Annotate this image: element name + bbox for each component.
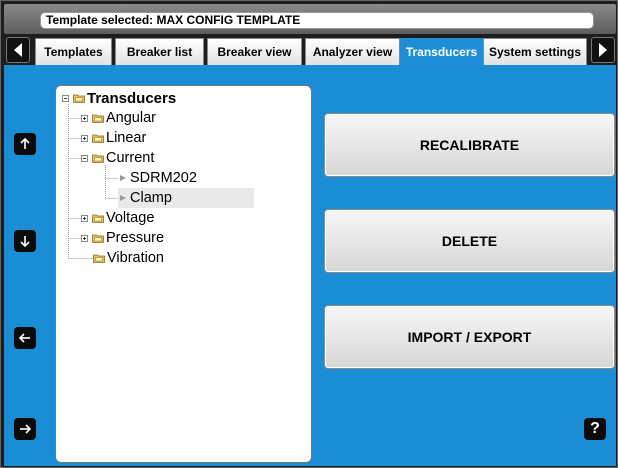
help-button[interactable]: ? — [584, 418, 606, 440]
tree-node-label: Current — [106, 150, 155, 166]
folder-icon — [92, 134, 104, 143]
tree-node-current[interactable]: Current — [81, 148, 154, 168]
main-panel: ? Transducers Angular Linear Current SDR… — [4, 65, 616, 466]
tree-node-clamp[interactable]: Clamp — [118, 188, 254, 208]
arrow-left-icon — [18, 333, 30, 343]
tab-scroll-left-button[interactable] — [6, 37, 30, 63]
expand-icon[interactable] — [81, 114, 88, 122]
app-window: Template selected: MAX CONFIG TEMPLATE T… — [0, 0, 618, 468]
arrow-right-icon — [20, 424, 32, 434]
tree-node-linear[interactable]: Linear — [81, 128, 146, 148]
tree-node-label: SDRM202 — [130, 170, 197, 186]
tree-node-angular[interactable]: Angular — [81, 108, 156, 128]
tree-node-label: Clamp — [130, 190, 172, 206]
folder-icon — [93, 254, 105, 263]
nav-down-button[interactable] — [14, 230, 36, 252]
tree-node-sdrm202[interactable]: SDRM202 — [118, 168, 197, 188]
expand-icon[interactable] — [81, 134, 88, 142]
expand-icon[interactable] — [81, 234, 88, 242]
transducer-leaf-icon — [120, 195, 126, 201]
tree-node-vibration[interactable]: Vibration — [93, 248, 164, 268]
expand-icon[interactable] — [81, 214, 88, 222]
triangle-left-icon — [14, 43, 22, 57]
nav-up-button[interactable] — [14, 133, 36, 155]
transducer-tree: Transducers Angular Linear Current SDRM2… — [55, 85, 312, 463]
folder-icon — [92, 214, 104, 223]
tab-breaker-view[interactable]: Breaker view — [207, 38, 302, 65]
collapse-icon[interactable] — [62, 94, 69, 102]
tree-node-transducers[interactable]: Transducers — [62, 88, 176, 108]
tree-node-label: Voltage — [106, 210, 155, 226]
tree-node-label: Pressure — [106, 230, 165, 246]
collapse-icon[interactable] — [81, 154, 88, 162]
recalibrate-button[interactable]: RECALIBRATE — [324, 113, 615, 177]
transducer-leaf-icon — [120, 175, 126, 181]
nav-right-button[interactable] — [14, 418, 36, 440]
import-export-button[interactable]: IMPORT / EXPORT — [324, 305, 615, 369]
tab-templates[interactable]: Templates — [35, 38, 112, 65]
tab-scroll-right-button[interactable] — [591, 37, 615, 63]
tab-bar: Templates Breaker list Breaker view Anal… — [4, 36, 616, 65]
folder-icon — [92, 114, 104, 123]
template-bar: Template selected: MAX CONFIG TEMPLATE — [4, 4, 616, 34]
tree-node-label: Angular — [106, 110, 156, 126]
template-selected-label: Template selected: MAX CONFIG TEMPLATE — [40, 12, 594, 29]
folder-icon — [73, 94, 85, 103]
arrow-down-icon — [20, 236, 30, 248]
tab-breaker-list[interactable]: Breaker list — [115, 38, 204, 65]
tree-node-label: Transducers — [87, 89, 177, 107]
tab-system-settings[interactable]: System settings — [483, 38, 587, 65]
tree-node-label: Vibration — [107, 250, 164, 266]
triangle-right-icon — [599, 43, 607, 57]
tree-node-pressure[interactable]: Pressure — [81, 228, 164, 248]
arrow-up-icon — [20, 137, 30, 149]
folder-icon — [92, 154, 104, 163]
folder-icon — [92, 234, 104, 243]
tree-node-voltage[interactable]: Voltage — [81, 208, 154, 228]
nav-left-button[interactable] — [14, 327, 36, 349]
delete-button[interactable]: DELETE — [324, 209, 615, 273]
tree-node-label: Linear — [106, 130, 147, 146]
tab-transducers[interactable]: Transducers — [400, 38, 483, 65]
tab-analyzer-view[interactable]: Analyzer view — [305, 38, 400, 65]
